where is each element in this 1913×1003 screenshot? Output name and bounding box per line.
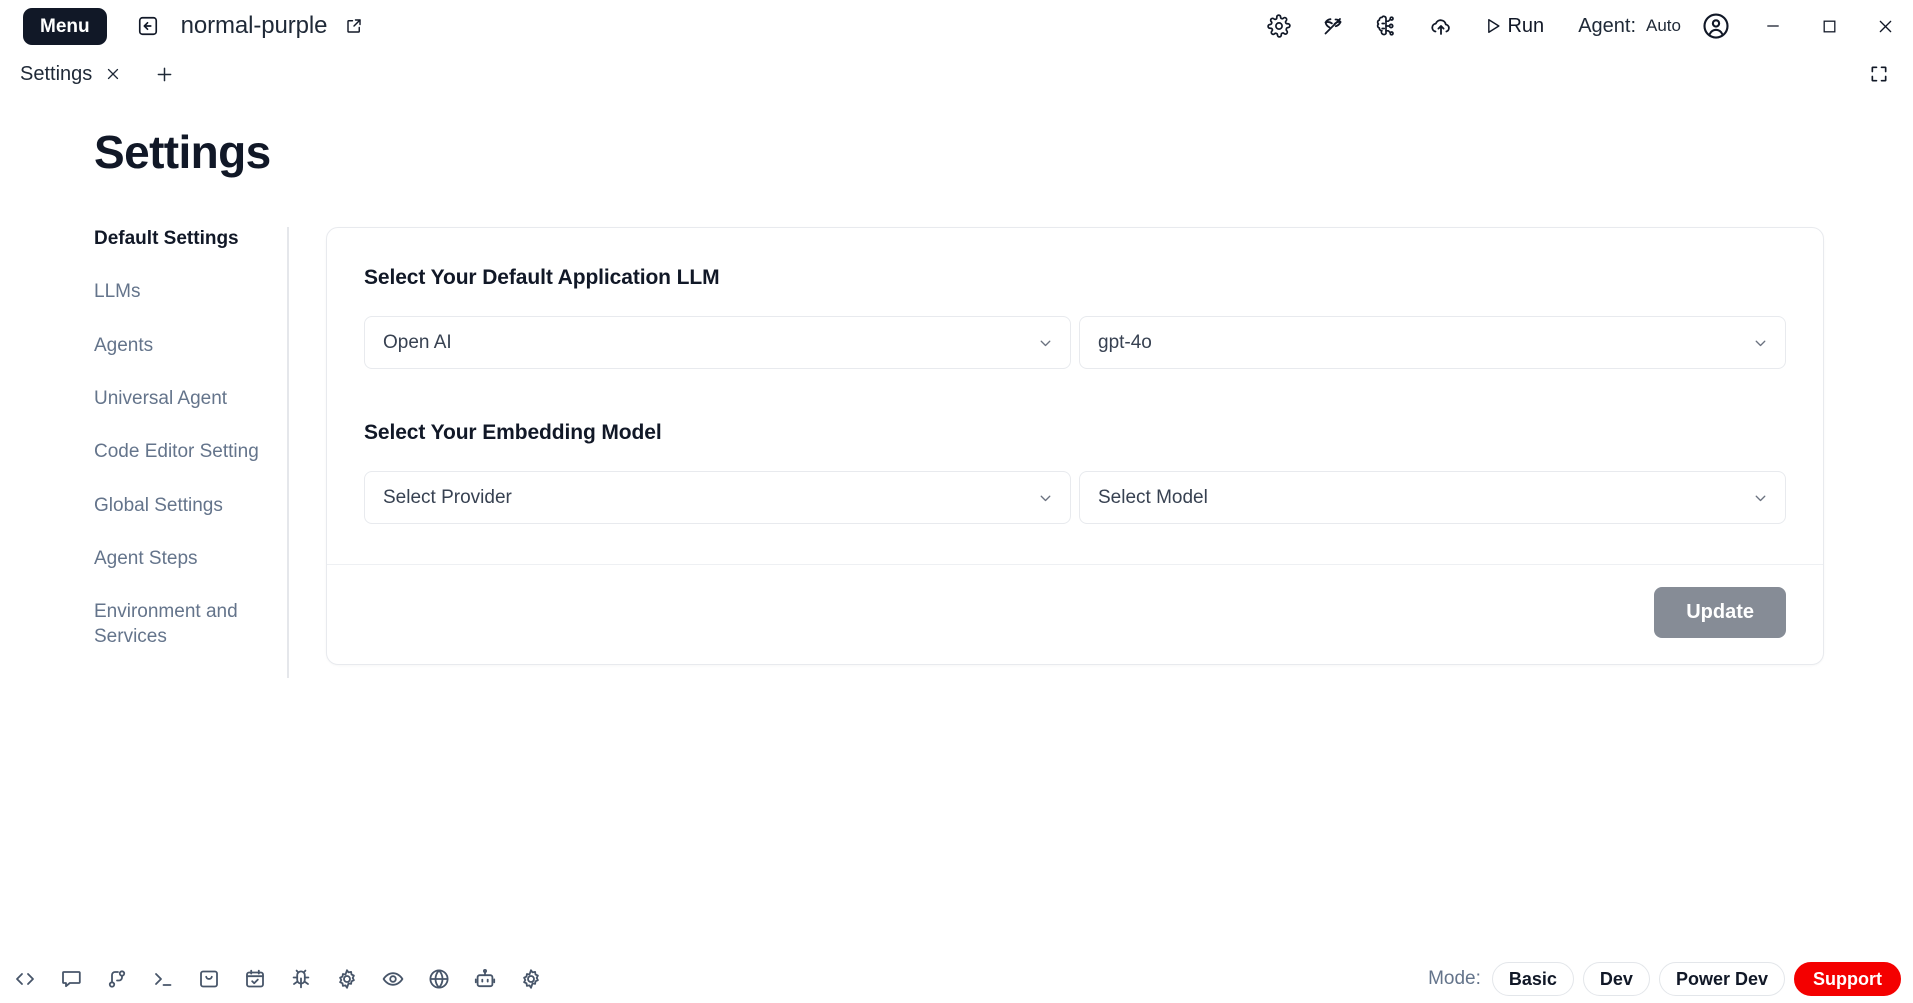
mode-dev-button[interactable]: Dev	[1582, 961, 1650, 997]
card-footer: Update	[327, 564, 1823, 664]
titlebar-tool-icons	[1267, 14, 1453, 38]
chat-bubble-icon[interactable]	[58, 966, 84, 992]
section-default-application-llm: Select Your Default Application LLM Open…	[364, 266, 1786, 369]
update-button[interactable]: Update	[1654, 587, 1786, 638]
sidebar-item-agent-steps[interactable]: Agent Steps	[94, 547, 272, 571]
chevron-down-icon	[1037, 489, 1054, 506]
select-row: Open AI gpt-4o	[364, 316, 1786, 369]
minimize-icon[interactable]	[1745, 6, 1801, 46]
gear-icon[interactable]	[334, 966, 360, 992]
status-bar: Mode: Basic Dev Power Dev Support	[0, 955, 1913, 1003]
fullscreen-icon[interactable]	[1869, 64, 1889, 84]
mode-label: Mode:	[1428, 968, 1481, 989]
eye-icon[interactable]	[380, 966, 406, 992]
sidebar-item-llms[interactable]: LLMs	[94, 280, 272, 304]
run-button[interactable]: Run	[1483, 15, 1544, 38]
sidebar-item-default-settings[interactable]: Default Settings	[94, 227, 272, 251]
chevron-down-icon	[1037, 334, 1054, 351]
status-bar-icons	[12, 966, 544, 992]
menu-button[interactable]: Menu	[23, 7, 107, 45]
terminal-icon[interactable]	[150, 966, 176, 992]
window-controls	[1745, 6, 1913, 46]
inbox-icon[interactable]	[196, 966, 222, 992]
robot-icon[interactable]	[472, 966, 498, 992]
git-branch-icon[interactable]	[104, 966, 130, 992]
agent-value[interactable]: Auto	[1646, 16, 1681, 36]
section-title: Select Your Default Application LLM	[364, 266, 720, 289]
settings-sidebar: Default Settings LLMs Agents Universal A…	[94, 227, 289, 678]
cloud-upload-icon[interactable]	[1429, 14, 1453, 38]
gear-icon[interactable]	[1267, 14, 1292, 38]
default-llm-provider-value: Open AI	[383, 331, 452, 353]
mode-selector: Mode: Basic Dev Power Dev Support	[1428, 961, 1901, 997]
back-arrow-icon[interactable]	[137, 15, 159, 37]
section-title: Select Your Embedding Model	[364, 421, 662, 444]
embedding-provider-select[interactable]: Select Provider	[364, 471, 1071, 524]
maximize-icon[interactable]	[1801, 6, 1857, 46]
run-label: Run	[1507, 14, 1545, 37]
embedding-provider-value: Select Provider	[383, 486, 512, 508]
bug-icon[interactable]	[288, 966, 314, 992]
settings-content: Default Settings LLMs Agents Universal A…	[94, 227, 1824, 678]
page-title: Settings	[94, 126, 271, 178]
sidebar-item-global-settings[interactable]: Global Settings	[94, 494, 272, 518]
settings-card: Select Your Default Application LLM Open…	[326, 227, 1824, 665]
tab-label: Settings	[20, 62, 93, 85]
play-icon	[1488, 19, 1501, 33]
tab-strip: Settings	[0, 52, 1913, 96]
chevron-down-icon	[1752, 334, 1769, 351]
default-llm-model-select[interactable]: gpt-4o	[1079, 316, 1786, 369]
agent-label: Agent:	[1578, 14, 1637, 37]
project-name: normal-purple	[180, 12, 328, 39]
section-embedding-model: Select Your Embedding Model Select Provi…	[364, 421, 1786, 524]
mode-power-dev-button[interactable]: Power Dev	[1658, 961, 1785, 997]
code-brackets-icon[interactable]	[12, 966, 38, 992]
chevron-down-icon	[1752, 489, 1769, 506]
brain-circuit-icon[interactable]	[1375, 14, 1399, 38]
default-llm-model-value: gpt-4o	[1098, 331, 1152, 353]
default-llm-provider-select[interactable]: Open AI	[364, 316, 1071, 369]
plus-icon[interactable]	[154, 64, 175, 85]
embedding-model-value: Select Model	[1098, 486, 1208, 508]
embedding-model-select[interactable]: Select Model	[1079, 471, 1786, 524]
close-icon[interactable]	[1857, 6, 1913, 46]
select-row: Select Provider Select Model	[364, 471, 1786, 524]
mode-basic-button[interactable]: Basic	[1491, 961, 1574, 997]
tab-settings[interactable]: Settings	[12, 61, 130, 88]
external-link-icon[interactable]	[345, 17, 363, 35]
close-icon[interactable]	[104, 65, 122, 83]
globe-icon[interactable]	[426, 966, 452, 992]
calendar-check-icon[interactable]	[242, 966, 268, 992]
card-body: Select Your Default Application LLM Open…	[327, 228, 1823, 564]
pickaxe-icon[interactable]	[1321, 14, 1345, 38]
title-bar: Menu normal-purple Run Agent: Auto	[0, 0, 1913, 52]
sidebar-item-code-editor-setting[interactable]: Code Editor Setting	[94, 440, 272, 464]
gear-alt-icon[interactable]	[518, 966, 544, 992]
sidebar-item-agents[interactable]: Agents	[94, 334, 272, 358]
account-circle-icon[interactable]	[1701, 11, 1731, 41]
sidebar-item-universal-agent[interactable]: Universal Agent	[94, 387, 272, 411]
support-button[interactable]: Support	[1794, 961, 1901, 997]
sidebar-item-environment-and-services[interactable]: Environment and Services	[94, 600, 272, 649]
